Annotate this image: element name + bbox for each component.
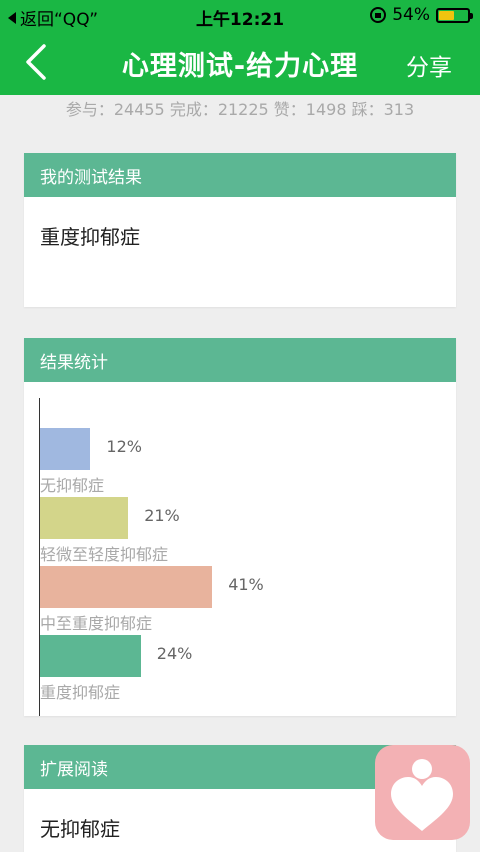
battery-percent: 54%: [392, 5, 430, 25]
my-result-card: 我的测试结果 重度抑郁症: [24, 153, 456, 307]
my-result-header: 我的测试结果: [24, 153, 456, 197]
chart-bar: [40, 635, 141, 677]
result-bar-chart: 12% 无抑郁症 21% 轻微至轻度抑郁症 41% 中至重度抑郁症 24% 重度抑郁症: [24, 382, 456, 716]
result-stats-header: 结果统计: [24, 338, 456, 382]
chart-data-label: 41%: [228, 575, 264, 594]
chart-bar: [40, 566, 213, 608]
chart-bar: [40, 428, 91, 470]
share-button[interactable]: 分享: [406, 48, 452, 82]
battery-icon: [436, 7, 473, 23]
my-result-value: 重度抑郁症: [40, 225, 140, 249]
chart-data-label: 12%: [106, 437, 142, 456]
chart-data-label: 24%: [156, 644, 193, 663]
chart-data-label: 21%: [144, 506, 180, 525]
chart-bar: [40, 497, 129, 539]
chart-category-label: 中至重度抑郁症: [40, 614, 153, 633]
heart-person-icon: [391, 759, 453, 831]
navigation-bar: 心理测试-给力心理 分享: [0, 30, 480, 95]
participation-stats: 参与：24455 完成：21225 赞：1498 踩：313: [65, 100, 415, 119]
chart-category-label: 无抑郁症: [40, 476, 105, 495]
app-logo-button[interactable]: [375, 745, 470, 840]
status-bar: 返回“QQ” 上午12:21 54%: [0, 0, 480, 30]
result-stats-card: 结果统计 12% 无抑郁症 21% 轻微至轻度抑郁症 41% 中至重度抑郁症 24% 重度抑郁…: [24, 338, 456, 716]
rotation-lock-icon: [370, 7, 387, 23]
chart-category-label: 重度抑郁症: [40, 683, 121, 702]
chart-category-label: 轻微至轻度抑郁症: [40, 545, 169, 564]
